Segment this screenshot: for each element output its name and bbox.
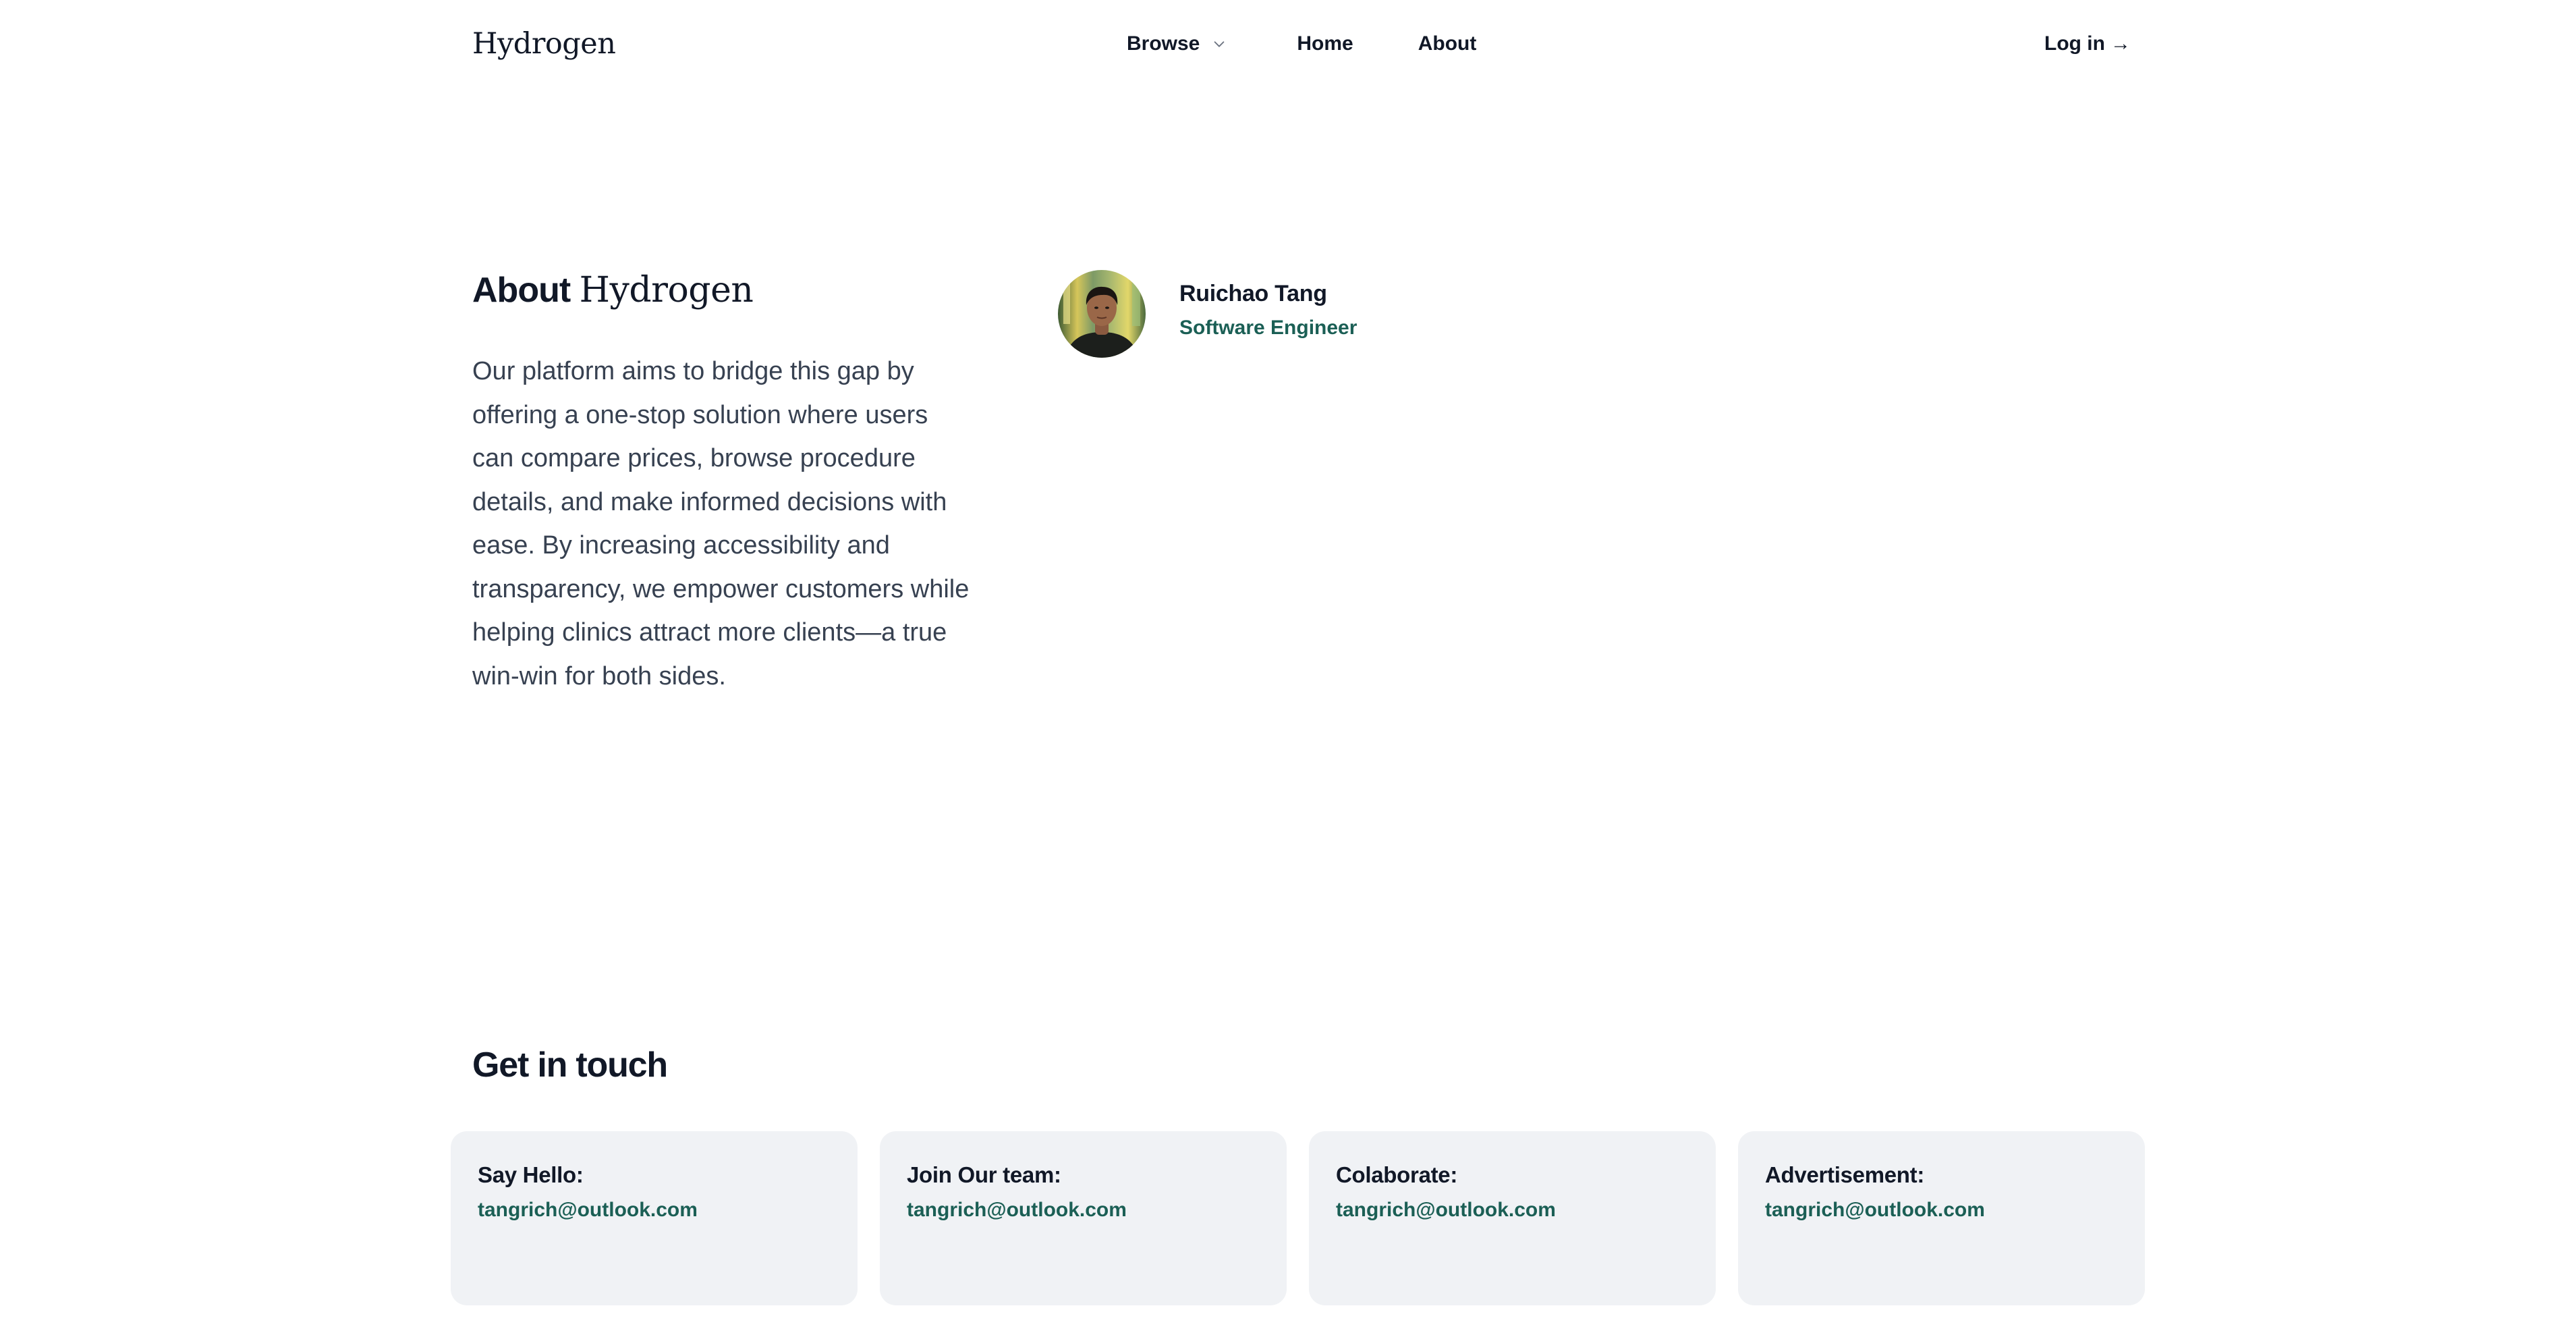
contact-card-label: Say Hello: <box>478 1162 584 1187</box>
contact-card-collaborate: Colaborate: tangrich@outlook.com <box>1309 1131 1716 1305</box>
contact-card-label: Join Our team: <box>907 1162 1061 1187</box>
team-member-name: Ruichao Tang <box>1179 280 1327 306</box>
nav-home[interactable]: Home <box>1297 32 1353 55</box>
chevron-down-icon <box>1214 41 1225 47</box>
nav-about[interactable]: About <box>1418 32 1477 55</box>
nav-browse[interactable]: Browse <box>1127 32 1227 55</box>
contact-card-advertisement: Advertisement: tangrich@outlook.com <box>1738 1131 2145 1305</box>
contact-heading: Get in touch <box>472 1045 668 1085</box>
about-heading-prefix: About <box>472 271 571 310</box>
contact-card-say-hello: Say Hello: tangrich@outlook.com <box>451 1131 858 1305</box>
site-header: Hydrogen Browse Home About Log in → <box>0 0 2576 92</box>
about-heading-brand: Hydrogen <box>579 270 754 310</box>
login-label: Log in <box>2044 32 2105 55</box>
nav-browse-label: Browse <box>1127 32 1200 55</box>
team-member-role: Software Engineer <box>1179 316 1357 339</box>
contact-card-label: Advertisement: <box>1765 1162 1925 1187</box>
contact-card-email[interactable]: tangrich@outlook.com <box>1336 1199 1556 1222</box>
site-logo[interactable]: Hydrogen <box>472 27 616 61</box>
arrow-right-icon: → <box>2110 32 2131 55</box>
contact-card-email[interactable]: tangrich@outlook.com <box>907 1199 1127 1222</box>
contact-cards: Say Hello: tangrich@outlook.com Join Our… <box>451 1131 2145 1305</box>
contact-card-label: Colaborate: <box>1336 1162 1458 1187</box>
main-nav: Browse Home About <box>1127 32 1476 55</box>
contact-card-email[interactable]: tangrich@outlook.com <box>1765 1199 1985 1222</box>
team-member-card: Ruichao Tang Software Engineer <box>1058 270 1357 358</box>
avatar <box>1058 270 1146 358</box>
team-member-info: Ruichao Tang Software Engineer <box>1179 281 1357 339</box>
contact-card-join-team: Join Our team: tangrich@outlook.com <box>880 1131 1287 1305</box>
login-link[interactable]: Log in → <box>2044 32 2131 55</box>
contact-card-email[interactable]: tangrich@outlook.com <box>478 1199 698 1222</box>
about-heading: About Hydrogen <box>472 270 754 310</box>
about-description: Our platform aims to bridge this gap by … <box>472 357 970 690</box>
avatar-photo <box>1058 270 1146 358</box>
